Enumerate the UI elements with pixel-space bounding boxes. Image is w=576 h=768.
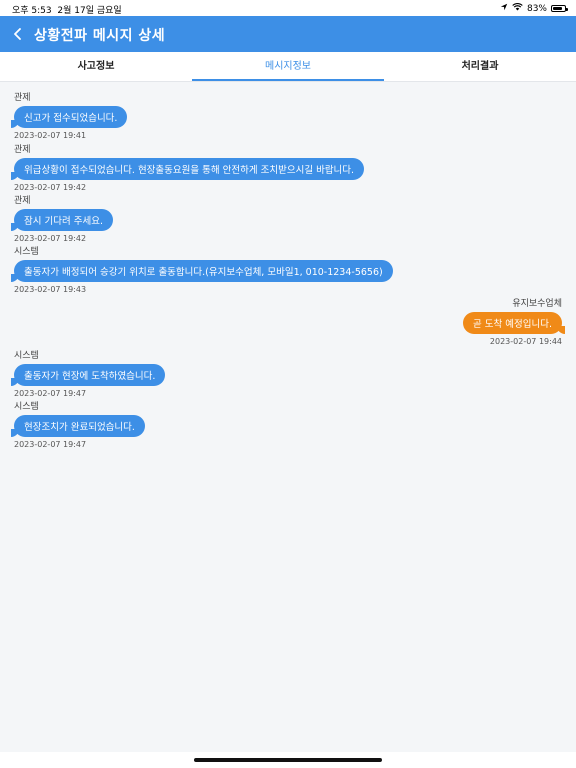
message-time: 2023-02-07 19:41 [14, 131, 87, 140]
message-item: 관제 잠시 기다려 주세요. 2023-02-07 19:42 [11, 193, 576, 243]
message-sender: 시스템 [14, 247, 39, 257]
message-bubble: 신고가 접수되었습니다. [10, 106, 128, 128]
message-item: 관제 신고가 접수되었습니다. 2023-02-07 19:41 [10, 90, 576, 140]
message-time: 2023-02-07 19:47 [14, 440, 87, 449]
message-bubble: 출동자가 현장에 도착하였습니다. [10, 364, 166, 386]
message-item: 시스템 출동자가 현장에 도착하였습니다. 2023-02-07 19:47 [10, 348, 576, 398]
message-time: 2023-02-07 19:44 [489, 337, 562, 346]
battery-icon [551, 5, 568, 12]
status-time: 오후 5:53 [12, 6, 52, 16]
tab-message-info[interactable]: 메시지정보 [192, 52, 384, 81]
message-bubble: 곧 도착 예정입니다. [463, 312, 565, 334]
message-time: 2023-02-07 19:42 [14, 234, 87, 243]
battery-percent: 83% [526, 3, 547, 14]
message-item-inner: 유지보수업체 곧 도착 예정입니다. 2023-02-07 19:44 [463, 296, 565, 346]
message-time: 2023-02-07 19:42 [14, 183, 87, 192]
back-button[interactable] [6, 22, 30, 46]
tab-incident-info[interactable]: 사고정보 [0, 52, 192, 81]
status-time-date: 오후 5:53 2월 17일 금요일 [12, 3, 122, 16]
status-indicators: 83% [500, 3, 568, 14]
message-bubble: 출동자가 배정되어 승강기 위치로 출동합니다.(유지보수업체, 모바일1, 0… [11, 260, 393, 282]
message-item: 시스템 현장조치가 완료되었습니다. 2023-02-07 19:47 [11, 399, 576, 449]
message-sender: 관제 [14, 93, 31, 103]
location-arrow-icon [500, 3, 508, 14]
battery-level-fill [553, 7, 563, 10]
home-indicator[interactable] [194, 758, 382, 762]
wifi-icon [512, 3, 523, 14]
message-item: 관제 위급상황이 접수되었습니다. 현장출동요원을 통해 안전하게 조치받으시길… [10, 142, 576, 192]
message-bubble: 잠시 기다려 주세요. [11, 209, 113, 231]
message-bubble: 위급상황이 접수되었습니다. 현장출동요원을 통해 안전하게 조치받으시길 바랍… [10, 158, 365, 180]
status-bar: 오후 5:53 2월 17일 금요일 83% [0, 0, 576, 16]
chevron-left-icon [13, 25, 23, 44]
page-title: 상황전파 메시지 상세 [34, 28, 166, 44]
message-bubble: 현장조치가 완료되었습니다. [11, 415, 145, 437]
message-list: 관제 신고가 접수되었습니다. 2023-02-07 19:41 관제 위급상황… [0, 82, 576, 752]
message-sender: 시스템 [14, 351, 39, 361]
message-sender: 시스템 [14, 402, 39, 412]
app-header: 상황전파 메시지 상세 [0, 16, 576, 52]
tab-result[interactable]: 처리결과 [384, 52, 576, 81]
message-sender: 유지보수업체 [512, 299, 562, 309]
message-item: 시스템 출동자가 배정되어 승강기 위치로 출동합니다.(유지보수업체, 모바일… [11, 244, 576, 294]
message-time: 2023-02-07 19:47 [14, 389, 87, 398]
message-sender: 관제 [14, 145, 31, 155]
status-date: 2월 17일 금요일 [57, 6, 122, 16]
tab-bar: 사고정보 메시지정보 처리결과 [0, 52, 576, 82]
message-sender: 관제 [14, 196, 31, 206]
message-time: 2023-02-07 19:43 [14, 285, 87, 294]
